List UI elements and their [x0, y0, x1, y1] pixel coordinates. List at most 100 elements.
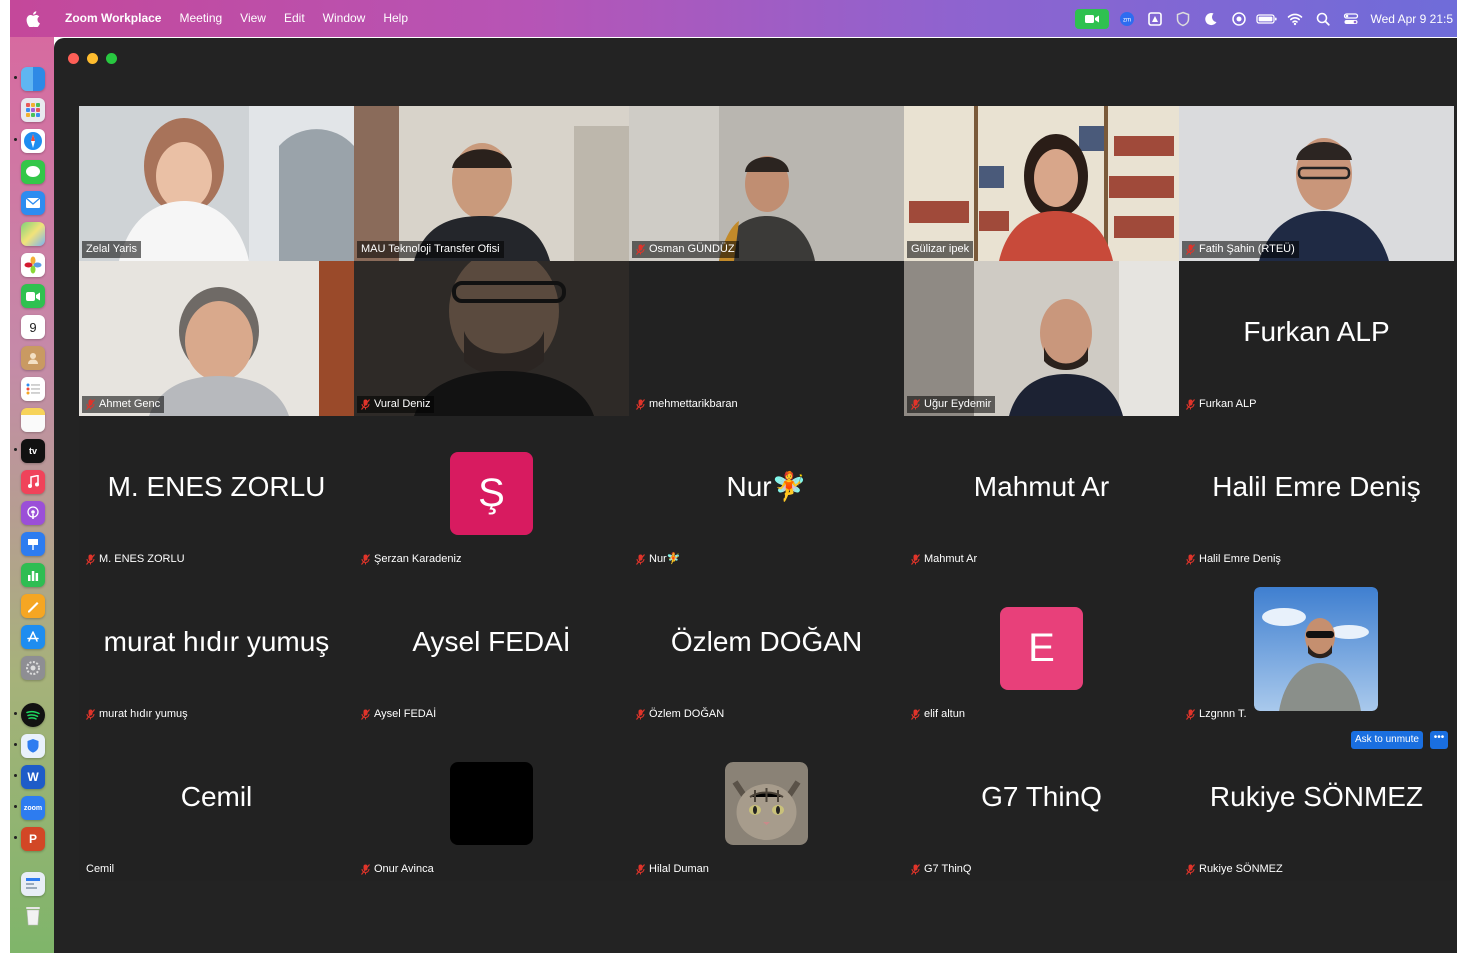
participant-tile[interactable]: MAU Teknoloji Transfer Ofisi	[354, 106, 629, 261]
safari-icon[interactable]	[21, 129, 45, 153]
participant-name-label: Lzgnnn T.	[1182, 706, 1251, 723]
powerpoint-icon[interactable]: P	[21, 827, 45, 851]
participant-tile[interactable]: mehmettarikbaran	[629, 261, 904, 416]
finder-icon[interactable]	[21, 67, 45, 91]
battery-icon[interactable]	[1253, 0, 1281, 37]
mic-muted-icon	[361, 399, 370, 410]
zoom-app-icon[interactable]: zm	[1113, 0, 1141, 37]
app-store-icon[interactable]	[21, 625, 45, 649]
close-window-button[interactable]	[68, 53, 79, 64]
minimize-window-button[interactable]	[87, 53, 98, 64]
zoom-window-button[interactable]	[106, 53, 117, 64]
participant-profile-photo	[725, 762, 808, 845]
launchpad-icon[interactable]	[21, 98, 45, 122]
participant-tile[interactable]: G7 ThinQ G7 ThinQ	[904, 726, 1179, 881]
ask-to-unmute-button[interactable]: Ask to unmute	[1351, 731, 1423, 749]
participant-tile[interactable]: Vural Deniz	[354, 261, 629, 416]
video-feed	[629, 106, 904, 261]
keynote-icon[interactable]	[21, 532, 45, 556]
participant-display-name: Cemil	[180, 780, 253, 812]
participant-tile[interactable]: Nur🧚 Nur🧚	[629, 416, 904, 571]
menu-help[interactable]: Help	[374, 0, 417, 37]
participant-name: Şerzan Karadeniz	[374, 553, 462, 565]
maps-icon[interactable]	[21, 222, 45, 246]
participant-tile[interactable]: Rukiye SÖNMEZ Rukiye SÖNMEZ	[1179, 726, 1454, 881]
menu-view[interactable]: View	[231, 0, 275, 37]
participant-display-name: Özlem DOĞAN	[670, 625, 863, 657]
participant-tile[interactable]: Furkan ALP Furkan ALP	[1179, 261, 1454, 416]
participant-tile[interactable]: Mahmut Ar Mahmut Ar	[904, 416, 1179, 571]
video-feed	[1179, 106, 1454, 261]
podcasts-icon[interactable]	[21, 501, 45, 525]
contacts-icon[interactable]	[21, 346, 45, 370]
wifi-icon[interactable]	[1281, 0, 1309, 37]
participant-tile[interactable]: Hilal Duman	[629, 726, 904, 881]
dock-running-dot	[14, 836, 17, 839]
facetime-icon[interactable]	[21, 284, 45, 308]
participant-tile[interactable]: Fatih Şahin (RTEÜ)	[1179, 106, 1454, 261]
participant-name-label: elif altun	[907, 706, 969, 723]
mic-muted-icon	[86, 709, 95, 720]
more-options-button[interactable]: •••	[1430, 731, 1448, 749]
participant-tile[interactable]: Osman GÜNDÜZ	[629, 106, 904, 261]
participant-tile[interactable]: Uğur Eydemir	[904, 261, 1179, 416]
calendar-icon[interactable]: 9	[21, 315, 45, 339]
vpn-icon[interactable]	[21, 734, 45, 758]
participant-tile[interactable]: Onur Avinca	[354, 726, 629, 881]
tv-icon[interactable]: tv	[21, 439, 45, 463]
participant-tile[interactable]: E elif altun	[904, 571, 1179, 726]
participant-tile[interactable]: Aysel FEDAİ Aysel FEDAİ	[354, 571, 629, 726]
numbers-icon[interactable]	[21, 563, 45, 587]
participant-name: mehmettarikbaran	[649, 398, 738, 410]
video-feed	[79, 106, 354, 261]
control-center-icon[interactable]	[1337, 0, 1365, 37]
shield-icon[interactable]	[1169, 0, 1197, 37]
participant-tile[interactable]: M. ENES ZORLU M. ENES ZORLU	[79, 416, 354, 571]
zoom-camera-icon[interactable]	[1074, 8, 1109, 29]
notes-icon[interactable]	[21, 408, 45, 432]
apple-icon[interactable]	[26, 10, 40, 27]
participant-tile[interactable]: Cemil Cemil	[79, 726, 354, 881]
participant-name: Osman GÜNDÜZ	[649, 243, 735, 255]
menu-app-name[interactable]: Zoom Workplace	[56, 0, 170, 37]
reminders-icon[interactable]	[21, 377, 45, 401]
menu-edit[interactable]: Edit	[275, 0, 314, 37]
participant-name: murat hıdır yumuş	[99, 708, 188, 720]
dock-running-dot	[14, 448, 17, 451]
participant-name-label: Halil Emre Deniş	[1182, 551, 1285, 568]
participant-name: Onur Avinca	[374, 863, 434, 875]
participant-name: Rukiye SÖNMEZ	[1199, 863, 1283, 875]
participant-name-label: Nur🧚	[632, 551, 684, 568]
participant-tile[interactable]: Zelal Yaris	[79, 106, 354, 261]
mic-muted-icon	[911, 709, 920, 720]
menu-window[interactable]: Window	[314, 0, 375, 37]
menu-meeting[interactable]: Meeting	[170, 0, 231, 37]
photos-icon[interactable]	[21, 253, 45, 277]
participant-name-label: mehmettarikbaran	[632, 396, 742, 413]
participant-tile[interactable]: murat hıdır yumuş murat hıdır yumuş	[79, 571, 354, 726]
menubar-clock[interactable]: Wed Apr 9 21:5	[1365, 12, 1457, 26]
system-settings-icon[interactable]	[21, 656, 45, 680]
moon-icon[interactable]	[1197, 0, 1225, 37]
downloads-icon[interactable]	[21, 872, 45, 896]
mail-icon[interactable]	[21, 191, 45, 215]
messages-icon[interactable]	[21, 160, 45, 184]
pages-icon[interactable]	[21, 594, 45, 618]
drive-icon[interactable]	[1141, 0, 1169, 37]
music-icon[interactable]	[21, 470, 45, 494]
spotify-icon[interactable]	[21, 703, 45, 727]
participant-name: elif altun	[924, 708, 965, 720]
participant-tile[interactable]: Lzgnnn T.	[1179, 571, 1454, 726]
participant-tile-active-speaker[interactable]: Gülizar ipek	[904, 106, 1179, 261]
search-icon[interactable]	[1309, 0, 1337, 37]
participant-tile[interactable]: Ş Şerzan Karadeniz	[354, 416, 629, 571]
participant-tile[interactable]: Özlem DOĞAN Özlem DOĞAN	[629, 571, 904, 726]
record-icon[interactable]	[1225, 0, 1253, 37]
mic-muted-icon	[1186, 864, 1195, 875]
participant-tile[interactable]: Ahmet Genc	[79, 261, 354, 416]
zoom-icon[interactable]: zoom	[21, 796, 45, 820]
word-icon[interactable]: W	[21, 765, 45, 789]
mic-muted-icon	[361, 864, 370, 875]
trash-icon[interactable]	[21, 903, 45, 927]
participant-tile[interactable]: Halil Emre Deniş Halil Emre Deniş	[1179, 416, 1454, 571]
